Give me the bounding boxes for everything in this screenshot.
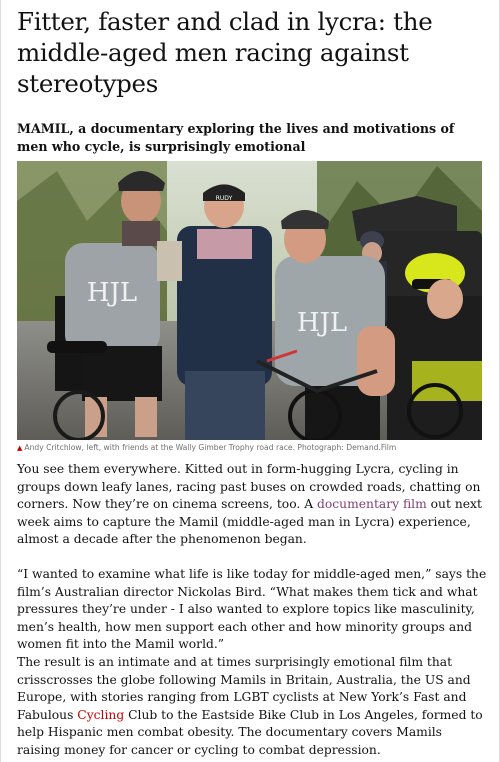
article-standfirst: MAMIL, a documentary exploring the lives… — [17, 121, 455, 154]
cyclists-photo: HJL RUDY HJL — [17, 161, 482, 440]
cap-logo-text: RUDY — [216, 195, 233, 202]
right-jersey-text: HJL — [297, 308, 347, 338]
article-headline: Fitter, faster and clad in lycra: the mi… — [17, 7, 433, 98]
article-paragraph-2: “I wanted to examine what life is like t… — [17, 567, 487, 652]
left-jersey-text: HJL — [87, 278, 137, 308]
article-page: Fitter, faster and clad in lycra: the mi… — [0, 0, 500, 762]
caption-triangle-icon: ▲ — [17, 444, 23, 452]
caption-text: Andy Critchlow, left, with friends at th… — [24, 443, 397, 452]
article-main-image[interactable]: HJL RUDY HJL — [17, 161, 482, 440]
article-paragraph-3: The result is an intimate and at times s… — [17, 654, 487, 760]
article-paragraph-1: You see them everywhere. Kitted out in f… — [17, 461, 487, 549]
documentary-film-link[interactable]: documentary film — [317, 497, 427, 511]
image-caption: ▲ Andy Critchlow, left, with friends at t… — [17, 442, 487, 454]
cycling-link[interactable]: Cycling — [77, 708, 124, 722]
